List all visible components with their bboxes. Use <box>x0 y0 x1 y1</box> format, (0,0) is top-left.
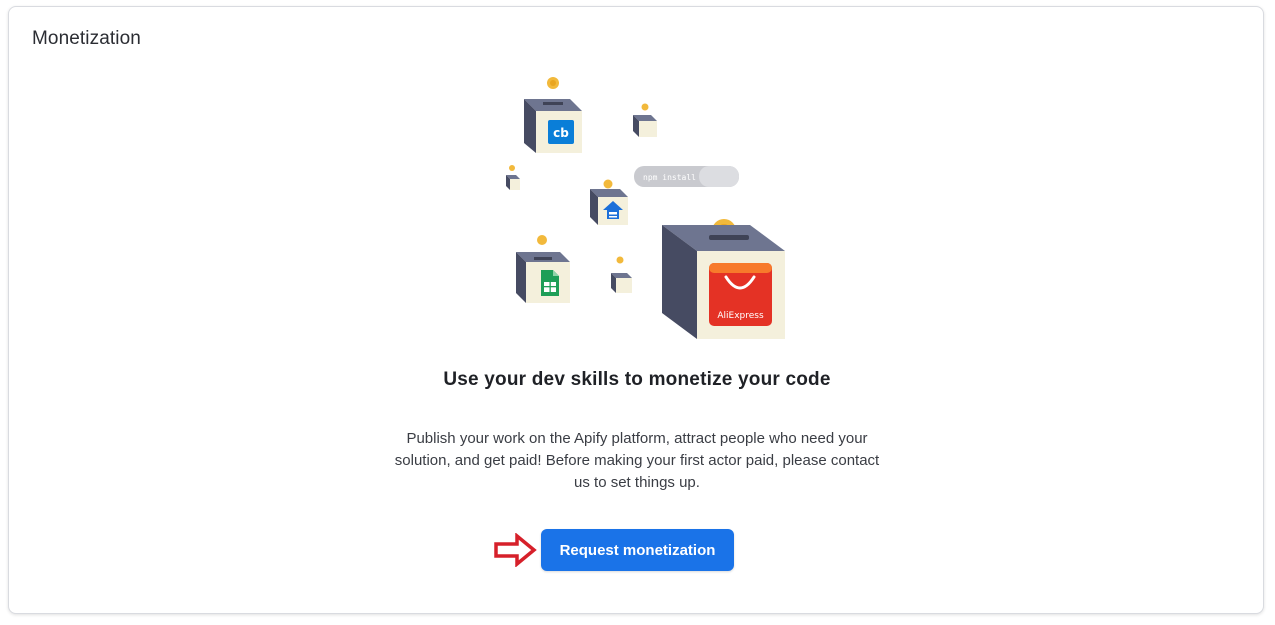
svg-text:AliExpress: AliExpress <box>717 311 764 321</box>
aliexpress-logo-icon: AliExpress <box>709 263 772 326</box>
svg-text:cb: cb <box>553 126 569 140</box>
small-cube <box>611 273 632 293</box>
cb-box: cb <box>524 99 582 153</box>
aliexpress-box: AliExpress <box>662 219 785 339</box>
arrow-right-icon <box>494 533 537 567</box>
terminal-icon: npm install <box>634 166 739 187</box>
coin-icon <box>537 235 547 245</box>
request-monetization-button[interactable]: Request monetization <box>541 529 734 571</box>
sheets-box <box>516 252 570 303</box>
cb-logo-icon: cb <box>548 120 574 144</box>
coin-icon <box>641 103 649 111</box>
coin-icon <box>547 77 559 89</box>
small-cube <box>506 175 520 190</box>
monetization-illustration: cb npm install AliExpress <box>506 77 785 339</box>
card-title: Monetization <box>32 28 141 49</box>
coin-icon <box>616 256 624 264</box>
small-cube <box>633 115 657 137</box>
headline: Use your dev skills to monetize your cod… <box>443 369 831 390</box>
coin-icon <box>509 165 515 171</box>
description-text: Publish your work on the Apify platform,… <box>394 430 880 491</box>
svg-text:npm install: npm install <box>643 173 696 182</box>
coin-icon <box>603 179 613 189</box>
monetization-card: Monetization cb npm install AliExpress U… <box>8 6 1264 614</box>
google-sheets-icon <box>541 270 559 296</box>
zillow-box <box>590 189 628 225</box>
